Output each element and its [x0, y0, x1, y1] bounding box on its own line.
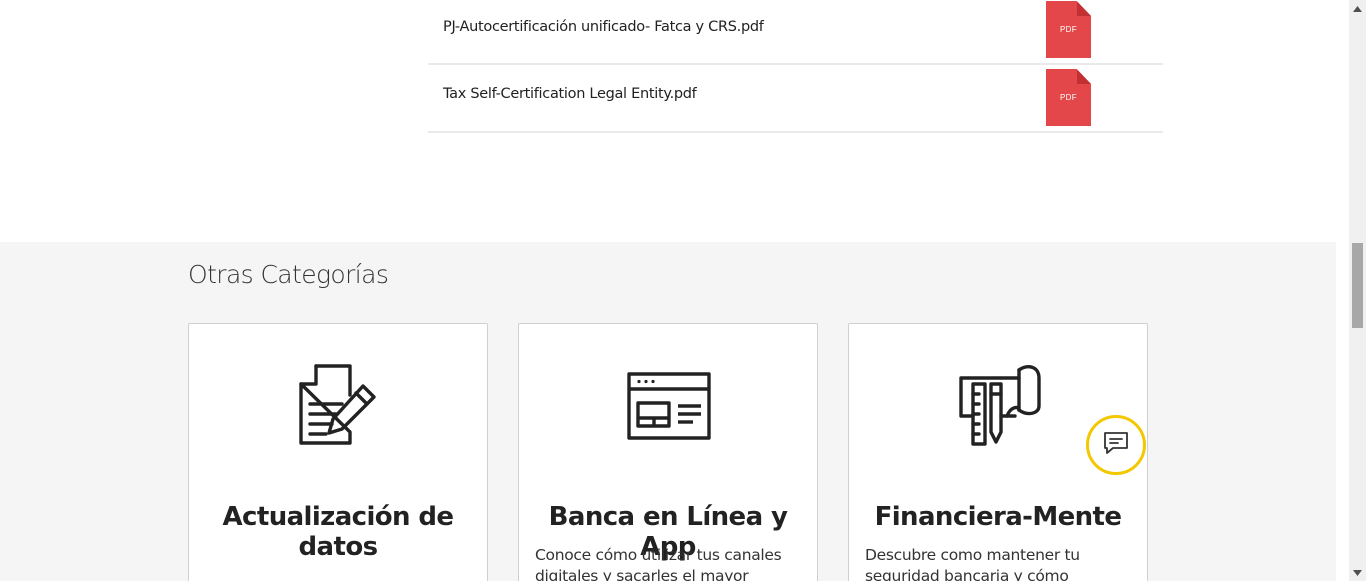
card-title: Financiera-Mente: [874, 502, 1122, 532]
chat-button[interactable]: [1086, 415, 1146, 475]
scroll-down-arrow-icon[interactable]: [1349, 564, 1366, 581]
browser-window-icon: [519, 362, 817, 446]
file-link[interactable]: PJ-Autocertificación unificado- Fatca y …: [443, 19, 764, 35]
pdf-label: PDF: [1060, 25, 1077, 34]
category-card-banca-en-linea[interactable]: Banca en Línea y App Conoce cómo utiliza…: [518, 323, 818, 581]
file-link[interactable]: Tax Self-Certification Legal Entity.pdf: [443, 86, 697, 102]
card-title: Actualización de datos: [222, 502, 455, 562]
scrollbar[interactable]: [1349, 0, 1366, 581]
file-row: Tax Self-Certification Legal Entity.pdf …: [428, 65, 1163, 133]
pdf-fold: [1077, 1, 1091, 16]
section-title: Otras Categorías: [188, 260, 389, 289]
file-list: PJ-Autocertificación unificado- Fatca y …: [428, 0, 1163, 133]
chat-icon: [1102, 429, 1130, 462]
scroll-up-arrow-icon[interactable]: [1349, 0, 1366, 17]
file-row: PJ-Autocertificación unificado- Fatca y …: [428, 0, 1163, 65]
card-description: Descubre como mantener tu seguridad banc…: [865, 546, 1080, 581]
other-categories-section: Otras Categorías Actualización de datos: [0, 242, 1336, 581]
document-edit-icon: [189, 362, 487, 446]
pdf-label: PDF: [1060, 93, 1077, 102]
pdf-icon[interactable]: PDF: [1046, 1, 1091, 58]
pdf-icon[interactable]: PDF: [1046, 69, 1091, 126]
category-card-actualizacion[interactable]: Actualización de datos: [188, 323, 488, 581]
scroll-thumb[interactable]: [1352, 243, 1363, 328]
card-description: Conoce cómo utilizar tus canales digital…: [535, 546, 782, 581]
page: PJ-Autocertificación unificado- Fatca y …: [0, 0, 1349, 581]
pdf-fold: [1077, 69, 1091, 84]
